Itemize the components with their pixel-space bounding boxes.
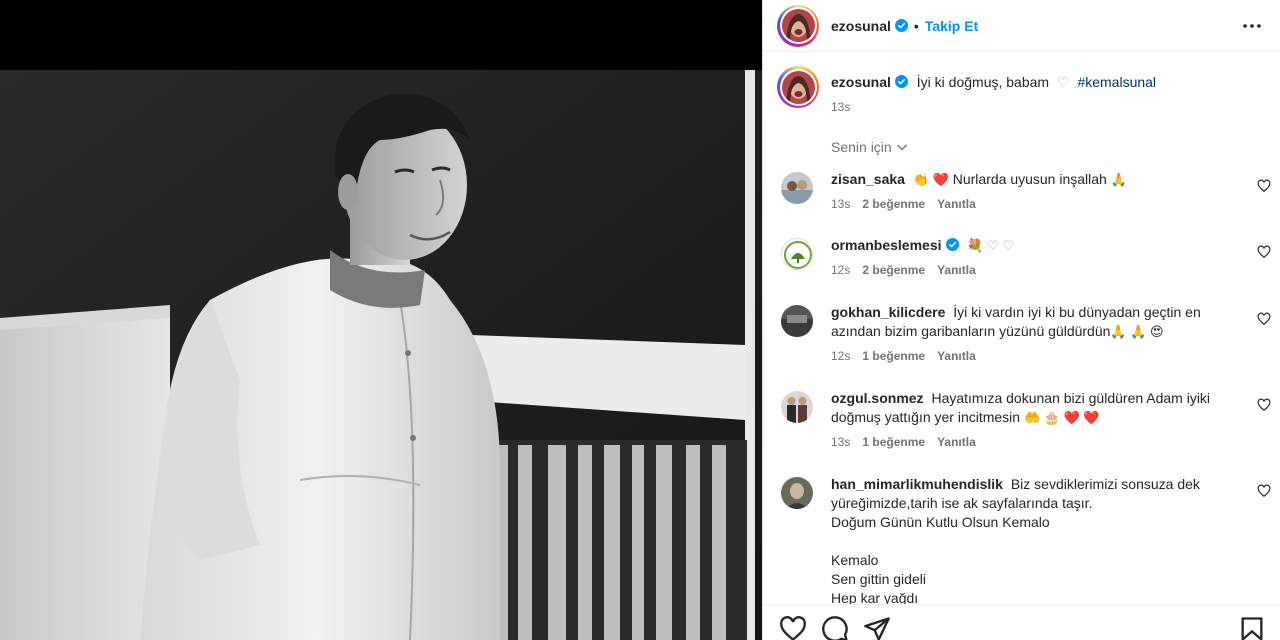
- heart-outline-icon[interactable]: [1257, 484, 1271, 498]
- comment-username[interactable]: zisan_saka: [831, 171, 905, 187]
- comment-text-line: Kemalo: [831, 552, 879, 568]
- separator-dot: •: [913, 17, 919, 34]
- caption-text: İyi ki doğmuş, babam: [916, 74, 1050, 90]
- commenter-avatar[interactable]: [781, 305, 813, 337]
- comment-text: Nurlarda uyusun inşallah: [952, 171, 1107, 187]
- paper-plane-icon[interactable]: [863, 615, 891, 640]
- author-username[interactable]: ezosunal: [831, 18, 891, 34]
- commenter-avatar-image: [781, 391, 813, 423]
- comment-likes[interactable]: 2 beğenme: [862, 197, 925, 211]
- commenter-avatar-image: [782, 239, 812, 269]
- post-action-bar: [763, 604, 1280, 640]
- bookmark-icon[interactable]: [1238, 615, 1266, 640]
- comment-likes[interactable]: 1 beğenme: [862, 435, 925, 449]
- white-heart-emoji: ♡: [1056, 74, 1070, 90]
- comment-likes[interactable]: 2 beğenme: [862, 263, 925, 277]
- black-and-white-portrait-image: [0, 0, 762, 640]
- commenter-avatar[interactable]: [781, 172, 813, 204]
- author-avatar[interactable]: [777, 4, 819, 47]
- more-horizontal-icon: [1243, 23, 1261, 28]
- caption-author-avatar[interactable]: [777, 66, 819, 108]
- comment-username[interactable]: gokhan_kilicdere: [831, 304, 945, 320]
- comment-time: 13s: [831, 435, 851, 449]
- heart-outline-icon[interactable]: [1257, 398, 1271, 412]
- verified-badge-icon: [945, 238, 959, 251]
- comment-emoji: 💐 ♡ ♡: [967, 238, 1015, 253]
- commenter-avatar-image: [781, 477, 813, 509]
- post-header: ezosunal • Takip Et: [763, 0, 1280, 52]
- heart-outline-icon[interactable]: [1257, 312, 1271, 326]
- comment-username[interactable]: ormanbeslemesi: [831, 237, 942, 253]
- verified-badge-icon: [894, 19, 908, 32]
- comment-item: ozgul.sonmez Hayatımıza dokunan bizi gül…: [763, 389, 1280, 449]
- comment-text-line: Doğum Günün Kutlu Olsun Kemalo: [831, 514, 1050, 530]
- more-options-button[interactable]: [1240, 14, 1264, 38]
- author-avatar-image: [781, 9, 815, 42]
- reply-button[interactable]: Yanıtla: [937, 349, 976, 363]
- chevron-down-icon: [896, 144, 907, 151]
- verified-badge-icon: [894, 75, 908, 88]
- comment-item: han_mimarlikmuhendislik Biz sevdiklerimi…: [763, 475, 1280, 608]
- commenter-avatar[interactable]: [781, 391, 813, 423]
- comments-filter-label: Senin için: [831, 139, 892, 155]
- comments-filter-dropdown[interactable]: Senin için: [831, 139, 1280, 155]
- heart-outline-icon[interactable]: [1257, 179, 1271, 193]
- comment-item: gokhan_kilicdere İyi ki vardın iyi ki bu…: [763, 303, 1280, 363]
- comment-likes[interactable]: 1 beğenme: [862, 349, 925, 363]
- reply-button[interactable]: Yanıtla: [937, 263, 976, 277]
- reply-button[interactable]: Yanıtla: [937, 197, 976, 211]
- heart-outline-icon[interactable]: [1257, 245, 1271, 259]
- comment-bubble-icon[interactable]: [821, 615, 849, 640]
- follow-button[interactable]: Takip Et: [925, 18, 978, 34]
- post-modal: ezosunal • Takip Et ezosunal İyi ki doğm…: [0, 0, 1280, 640]
- comment-emoji: 🙏 🙏 😍: [1110, 324, 1164, 339]
- commenter-avatar[interactable]: [781, 477, 813, 509]
- comments-scroll-area[interactable]: ezosunal İyi ki doğmuş, babam ♡ #kemalsu…: [763, 53, 1280, 640]
- comment-text-line: Sen gittin gideli: [831, 571, 926, 587]
- comment-time: 13s: [831, 197, 851, 211]
- caption-username[interactable]: ezosunal: [831, 74, 891, 90]
- caption-hashtag[interactable]: #kemalsunal: [1077, 74, 1156, 90]
- post-details-panel: ezosunal • Takip Et ezosunal İyi ki doğm…: [762, 0, 1280, 640]
- caption-timestamp: 13s: [831, 100, 851, 114]
- comment-emoji: 🤲 🎂 ❤️ ❤️: [1023, 410, 1100, 425]
- commenter-avatar-image: [781, 172, 813, 204]
- post-photo[interactable]: [0, 0, 762, 640]
- comment-item: ormanbeslemesi 💐 ♡ ♡ 12s 2 beğenme Yanıt…: [763, 236, 1280, 277]
- comment-item: zisan_saka 👏 ❤️ Nurlarda uyusun inşallah…: [763, 170, 1280, 211]
- heart-outline-icon[interactable]: [779, 615, 807, 640]
- comment-time: 12s: [831, 349, 851, 363]
- comment-time: 12s: [831, 263, 851, 277]
- comment-emoji: 🙏: [1110, 172, 1127, 187]
- comment-username[interactable]: han_mimarlikmuhendislik: [831, 476, 1003, 492]
- commenter-avatar-image: [781, 305, 813, 337]
- commenter-avatar[interactable]: [781, 238, 813, 270]
- post-caption: ezosunal İyi ki doğmuş, babam ♡ #kemalsu…: [763, 53, 1280, 114]
- comment-emoji: 👏 ❤️: [912, 172, 949, 187]
- reply-button[interactable]: Yanıtla: [937, 435, 976, 449]
- comment-username[interactable]: ozgul.sonmez: [831, 390, 924, 406]
- caption-avatar-image: [781, 70, 815, 104]
